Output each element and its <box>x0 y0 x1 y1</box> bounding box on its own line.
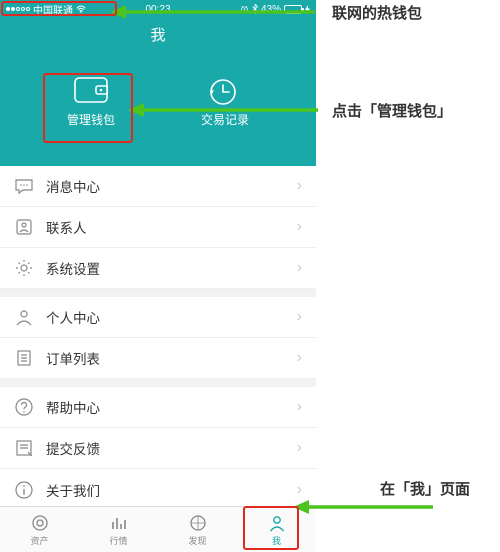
manage-wallet-button[interactable]: 管理钱包 <box>46 67 136 138</box>
phone-frame: 中国联通 00:23 43% 我 <box>0 0 316 552</box>
chevron-right-icon: › <box>297 308 302 326</box>
wallet-icon <box>74 77 108 103</box>
status-bar: 中国联通 00:23 43% <box>0 0 316 18</box>
chevron-right-icon: › <box>297 439 302 457</box>
manage-wallet-label: 管理钱包 <box>67 111 115 128</box>
row-help[interactable]: 帮助中心 › <box>0 387 316 428</box>
chevron-right-icon: › <box>297 259 302 277</box>
annotation-click-wallet: 点击「管理钱包」 <box>332 100 482 121</box>
wifi-icon <box>76 5 86 13</box>
row-label: 消息中心 <box>46 176 100 196</box>
annotation-me-page: 在「我」页面 <box>380 478 470 499</box>
chevron-right-icon: › <box>297 349 302 367</box>
row-label: 联系人 <box>46 217 87 237</box>
alarm-icon <box>240 5 249 14</box>
tab-discover[interactable]: 发现 <box>158 507 237 552</box>
row-label: 个人中心 <box>46 307 100 327</box>
bluetooth-icon <box>252 4 258 14</box>
battery-icon <box>284 5 302 14</box>
header: 我 管理钱包 交易记录 <box>0 18 316 166</box>
person-icon <box>14 307 34 327</box>
row-feedback[interactable]: 提交反馈 › <box>0 428 316 469</box>
chart-icon <box>109 513 129 533</box>
row-label: 订单列表 <box>46 348 100 368</box>
row-messages[interactable]: 消息中心 › <box>0 166 316 207</box>
me-icon <box>267 513 287 533</box>
row-label: 提交反馈 <box>46 438 100 458</box>
tab-label: 我 <box>272 534 281 547</box>
charging-icon <box>305 5 310 14</box>
feedback-icon <box>14 438 34 458</box>
help-icon <box>14 397 34 417</box>
contact-icon <box>14 217 34 237</box>
gear-icon <box>14 258 34 278</box>
annotation-hotwallet: 联网的热钱包 <box>332 2 422 23</box>
tab-label: 行情 <box>109 534 127 547</box>
row-label: 帮助中心 <box>46 397 100 417</box>
chevron-right-icon: › <box>297 218 302 236</box>
tab-assets[interactable]: 资产 <box>0 507 79 552</box>
tab-market[interactable]: 行情 <box>79 507 158 552</box>
chevron-right-icon: › <box>297 481 302 499</box>
tab-label: 发现 <box>188 534 206 547</box>
tab-label: 资产 <box>30 534 48 547</box>
page-title: 我 <box>0 18 316 45</box>
row-orders[interactable]: 订单列表 › <box>0 338 316 379</box>
chevron-right-icon: › <box>297 398 302 416</box>
list-icon <box>14 348 34 368</box>
row-profile[interactable]: 个人中心 › <box>0 297 316 338</box>
row-label: 系统设置 <box>46 258 100 278</box>
row-about[interactable]: 关于我们 › <box>0 469 316 510</box>
clock: 00:23 <box>145 4 170 15</box>
row-settings[interactable]: 系统设置 › <box>0 248 316 289</box>
info-icon <box>14 480 34 500</box>
tab-bar: 资产 行情 发现 我 <box>0 506 316 552</box>
history-label: 交易记录 <box>201 111 249 128</box>
assets-icon <box>30 513 50 533</box>
signal-dots-icon <box>6 7 30 11</box>
settings-list: 消息中心 › 联系人 › 系统设置 › 个人中心 › 订单列表 › 帮助中心 <box>0 166 316 510</box>
battery-pct: 43% <box>261 4 281 15</box>
discover-icon <box>188 513 208 533</box>
chevron-right-icon: › <box>297 177 302 195</box>
carrier-label: 中国联通 <box>33 2 73 17</box>
row-contacts[interactable]: 联系人 › <box>0 207 316 248</box>
history-icon <box>208 77 242 103</box>
row-label: 关于我们 <box>46 480 100 500</box>
tab-me[interactable]: 我 <box>237 507 316 552</box>
chat-icon <box>14 176 34 196</box>
transaction-history-button[interactable]: 交易记录 <box>180 67 270 138</box>
